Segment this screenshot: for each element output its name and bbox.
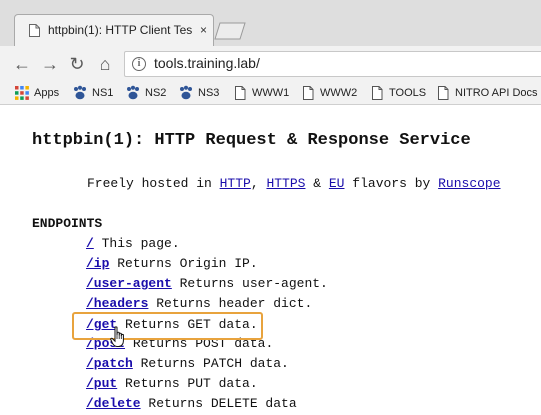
reload-button[interactable]: ↻: [67, 54, 87, 74]
endpoint-row: / This page.: [86, 236, 180, 251]
hand-pointer-icon: [110, 326, 124, 347]
forward-button[interactable]: →: [40, 54, 60, 74]
eu-link[interactable]: EU: [329, 176, 345, 191]
endpoint-row: /put Returns PUT data.: [86, 376, 258, 391]
endpoint-delete-link[interactable]: /delete: [86, 396, 141, 411]
endpoint-patch-link[interactable]: /patch: [86, 356, 133, 371]
paw-icon: [74, 85, 86, 100]
bookmark-label: WWW1: [252, 87, 290, 99]
runscope-link[interactable]: Runscope: [438, 176, 500, 191]
toolbar: ← → ↻ ⌂ i tools.training.lab/: [0, 46, 541, 82]
intro-prefix: Freely hosted in: [87, 176, 220, 191]
endpoint-root-link[interactable]: /: [86, 236, 94, 251]
endpoint-row: /headers Returns header dict.: [86, 296, 312, 311]
endpoint-ip-link[interactable]: /ip: [86, 256, 109, 271]
page-title: httpbin(1): HTTP Request & Response Serv…: [32, 131, 471, 150]
bookmark-label: WWW2: [320, 87, 358, 99]
address-bar[interactable]: i tools.training.lab/: [124, 51, 541, 77]
bookmark-label: NS3: [198, 87, 220, 99]
apps-grid-icon: [15, 86, 29, 100]
endpoint-headers-link[interactable]: /headers: [86, 296, 148, 311]
bookmark-label: NS1: [92, 87, 114, 99]
back-button[interactable]: ←: [12, 54, 32, 74]
endpoint-row: /ip Returns Origin IP.: [86, 256, 258, 271]
page-content: httpbin(1): HTTP Request & Response Serv…: [0, 105, 541, 415]
page-icon: [372, 86, 383, 100]
info-icon[interactable]: i: [132, 57, 146, 71]
intro-sep: ,: [250, 176, 267, 191]
intro-mid: flavors by: [344, 176, 439, 191]
http-link[interactable]: HTTP: [220, 176, 251, 191]
tab-strip: httpbin(1): HTTP Client Tes ×: [0, 0, 541, 47]
tab-title: httpbin(1): HTTP Client Tes: [48, 23, 193, 37]
bookmark-label: Apps: [34, 87, 60, 99]
endpoint-desc: Returns Origin IP.: [109, 256, 258, 271]
endpoint-row: /user-agent Returns user-agent.: [86, 276, 328, 291]
endpoint-desc: Returns DELETE data: [140, 396, 297, 411]
bookmark-label: NITRO API Docs: [455, 87, 538, 99]
bookmark-label: NS2: [145, 87, 167, 99]
endpoint-row: /patch Returns PATCH data.: [86, 356, 289, 371]
endpoint-desc: Returns user-agent.: [171, 276, 328, 291]
https-link[interactable]: HTTPS: [266, 176, 305, 191]
endpoint-row: /delete Returns DELETE data: [86, 396, 297, 411]
intro-sep: &: [305, 176, 329, 191]
page-icon: [29, 24, 40, 37]
intro-text: Freely hosted in HTTP, HTTPS & EU flavor…: [87, 176, 501, 191]
paw-icon: [127, 85, 139, 100]
browser-tab[interactable]: httpbin(1): HTTP Client Tes ×: [14, 14, 214, 46]
endpoints-heading: ENDPOINTS: [32, 216, 103, 231]
paw-icon: [180, 85, 192, 100]
home-button[interactable]: ⌂: [95, 54, 115, 74]
bookmarks-bar: Apps NS1 NS2 NS3 WWW1 WWW2 TOOLS NITRO A…: [0, 82, 541, 105]
endpoint-user-agent-link[interactable]: /user-agent: [86, 276, 172, 291]
endpoint-desc: This page.: [93, 236, 180, 251]
page-icon: [438, 86, 449, 100]
endpoint-desc: Returns PATCH data.: [132, 356, 289, 371]
highlight-box: [72, 312, 263, 340]
page-icon: [303, 86, 314, 100]
page-icon: [235, 86, 246, 100]
url-text[interactable]: tools.training.lab/: [154, 55, 260, 71]
close-tab-icon[interactable]: ×: [200, 22, 207, 38]
endpoint-desc: Returns header dict.: [148, 296, 313, 311]
endpoint-put-link[interactable]: /put: [86, 376, 117, 391]
new-tab-button[interactable]: [214, 22, 246, 40]
endpoint-desc: Returns PUT data.: [117, 376, 258, 391]
bookmark-label: TOOLS: [389, 87, 427, 99]
